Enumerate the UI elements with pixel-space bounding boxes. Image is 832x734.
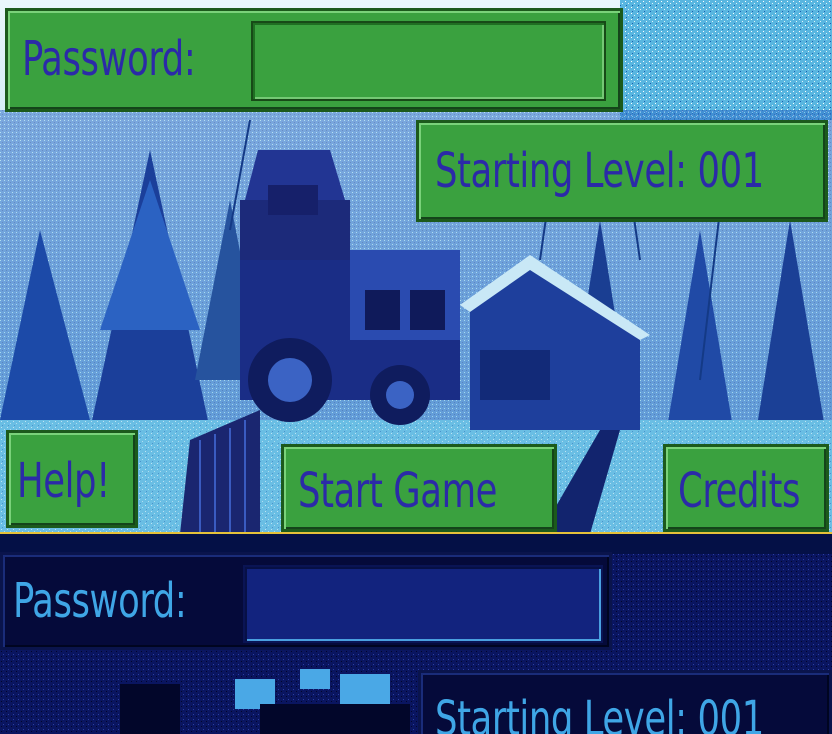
start-game-button-label: Start Game	[298, 463, 498, 519]
help-button-label: Help!	[17, 453, 110, 509]
starting-level-label-dark: Starting Level: 001	[435, 691, 764, 734]
bottom-screen: Password: Starting Level: 001	[0, 534, 832, 734]
password-panel: Password:	[5, 8, 623, 112]
credits-button[interactable]: Credits	[663, 444, 829, 532]
password-panel-dark: Password:	[0, 552, 612, 650]
starting-level-panel-dark[interactable]: Starting Level: 001	[418, 670, 832, 734]
password-label: Password:	[22, 31, 196, 87]
password-input[interactable]	[251, 21, 606, 101]
top-screen: Password: Starting Level: 001 Help! Star…	[0, 0, 832, 534]
password-input-dark[interactable]	[243, 565, 603, 643]
credits-button-label: Credits	[678, 463, 801, 519]
starting-level-label: Starting Level: 001	[435, 143, 764, 199]
help-button[interactable]: Help!	[6, 430, 138, 528]
password-label-dark: Password:	[13, 573, 187, 629]
starting-level-panel[interactable]: Starting Level: 001	[416, 120, 828, 222]
start-game-button[interactable]: Start Game	[281, 444, 557, 532]
